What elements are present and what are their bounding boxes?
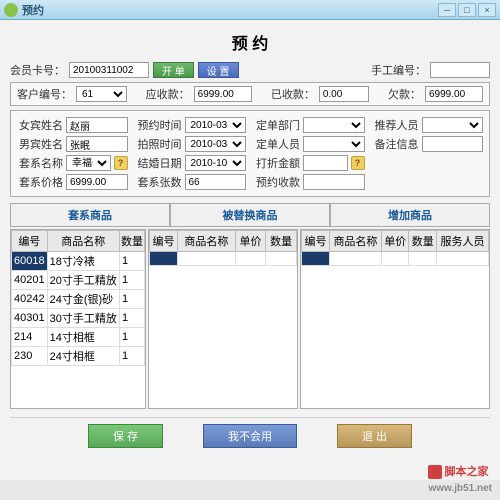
wed-date[interactable]: 2010-10-01: [185, 155, 247, 171]
photo-date[interactable]: 2010-03-15: [185, 136, 247, 152]
col-qty: 数量: [409, 231, 437, 252]
help-button[interactable]: 我不会用: [203, 424, 297, 448]
staff-select[interactable]: [303, 136, 365, 152]
remark-label: 备注信息: [373, 136, 419, 152]
table-row[interactable]: 21414寸相框1: [12, 328, 145, 347]
photo-label: 拍照时间: [136, 136, 182, 152]
exit-button[interactable]: 退 出: [337, 424, 412, 448]
watermark-icon: [428, 465, 442, 479]
price-label: 套系价格: [17, 174, 63, 190]
save-button[interactable]: 保 存: [88, 424, 163, 448]
help-icon[interactable]: ?: [114, 156, 128, 170]
card-label: 会员卡号：: [10, 62, 65, 78]
cust-select[interactable]: 61: [76, 86, 127, 102]
price-input[interactable]: [66, 174, 128, 190]
paid-label: 已收款：: [271, 86, 315, 102]
summary-bar: 客户编号： 61 应收款： 已收款： 欠款：: [10, 82, 490, 106]
watermark: 脚本之家 www.jb51.net: [428, 463, 492, 494]
col-id: 编号: [12, 231, 48, 252]
tab-replaced[interactable]: 被替换商品: [170, 203, 330, 227]
male-input[interactable]: [66, 136, 128, 152]
open-order-button[interactable]: 开 单: [153, 62, 194, 78]
owe-input[interactable]: [425, 86, 483, 102]
package-table[interactable]: 编号 商品名称 数量 6001818寸冷裱14020120寸手工精放140242…: [10, 229, 146, 409]
window-title: 预约: [22, 2, 438, 18]
col-name: 商品名称: [330, 231, 382, 252]
app-icon: [4, 3, 18, 17]
table-row[interactable]: 6001818寸冷裱1: [12, 252, 145, 271]
prepay-label: 预约收款: [254, 174, 300, 190]
form-panel: 女宾姓名 预约时间2010-03-11 定单部门 推荐人员 男宾姓名 拍照时间2…: [10, 110, 490, 197]
paid-input[interactable]: [319, 86, 369, 102]
maximize-button[interactable]: □: [458, 3, 476, 17]
help-icon[interactable]: ?: [351, 156, 365, 170]
cust-label: 客户编号：: [17, 86, 72, 102]
appt-date[interactable]: 2010-03-11: [185, 117, 247, 133]
tab-added[interactable]: 增加商品: [330, 203, 490, 227]
col-qty: 数量: [266, 231, 297, 252]
count-input[interactable]: [185, 174, 247, 190]
owe-label: 欠款：: [388, 86, 421, 102]
dept-select[interactable]: [303, 117, 365, 133]
tabs-row: 套系商品 被替换商品 增加商品: [10, 203, 490, 227]
disc-label: 打折金额: [254, 155, 300, 171]
staff-label: 定单人员: [254, 136, 300, 152]
rec-label: 推荐人员: [373, 117, 419, 133]
manual-input[interactable]: [430, 62, 490, 78]
table-row: [302, 252, 489, 266]
female-label: 女宾姓名: [17, 117, 63, 133]
col-svc: 服务人员: [437, 231, 489, 252]
table-row[interactable]: 4030130寸手工精放1: [12, 309, 145, 328]
pkg-label: 套系名称: [17, 155, 63, 171]
table-row: [150, 252, 297, 266]
rec-select[interactable]: [422, 117, 484, 133]
settings-button[interactable]: 设 置: [198, 62, 239, 78]
table-row[interactable]: 23024寸相框1: [12, 347, 145, 366]
table-row[interactable]: 4020120寸手工精放1: [12, 271, 145, 290]
title-bar: 预约 ─ □ ×: [0, 0, 500, 20]
disc-input[interactable]: [303, 155, 348, 171]
manual-label: 手工编号：: [371, 62, 426, 78]
recv-input[interactable]: [194, 86, 252, 102]
wed-label: 结婚日期: [136, 155, 182, 171]
pkg-select[interactable]: 幸福一生: [66, 155, 111, 171]
page-title: 预 约: [10, 26, 490, 62]
top-row: 会员卡号： 开 单 设 置 手工编号：: [10, 62, 490, 78]
minimize-button[interactable]: ─: [438, 3, 456, 17]
dept-label: 定单部门: [254, 117, 300, 133]
count-label: 套系张数: [136, 174, 182, 190]
col-id: 编号: [150, 231, 178, 252]
prepay-input[interactable]: [303, 174, 365, 190]
window-controls: ─ □ ×: [438, 3, 496, 17]
col-price: 单价: [235, 231, 266, 252]
tab-package[interactable]: 套系商品: [10, 203, 170, 227]
female-input[interactable]: [66, 117, 128, 133]
footer-bar: 保 存 我不会用 退 出: [10, 417, 490, 454]
recv-label: 应收款：: [146, 86, 190, 102]
replaced-table[interactable]: 编号 商品名称 单价 数量: [148, 229, 298, 409]
appt-label: 预约时间: [136, 117, 182, 133]
main-panel: 预 约 会员卡号： 开 单 设 置 手工编号： 客户编号： 61 应收款： 已收…: [0, 20, 500, 480]
card-input[interactable]: [69, 62, 149, 78]
col-qty: 数量: [119, 231, 144, 252]
remark-input[interactable]: [422, 136, 484, 152]
male-label: 男宾姓名: [17, 136, 63, 152]
tables-row: 编号 商品名称 数量 6001818寸冷裱14020120寸手工精放140242…: [10, 229, 490, 409]
table-row[interactable]: 4024224寸金(银)砂1: [12, 290, 145, 309]
close-button[interactable]: ×: [478, 3, 496, 17]
added-table[interactable]: 编号 商品名称 单价 数量 服务人员: [300, 229, 490, 409]
col-name: 商品名称: [178, 231, 236, 252]
col-price: 单价: [381, 231, 409, 252]
col-id: 编号: [302, 231, 330, 252]
col-name: 商品名称: [47, 231, 119, 252]
